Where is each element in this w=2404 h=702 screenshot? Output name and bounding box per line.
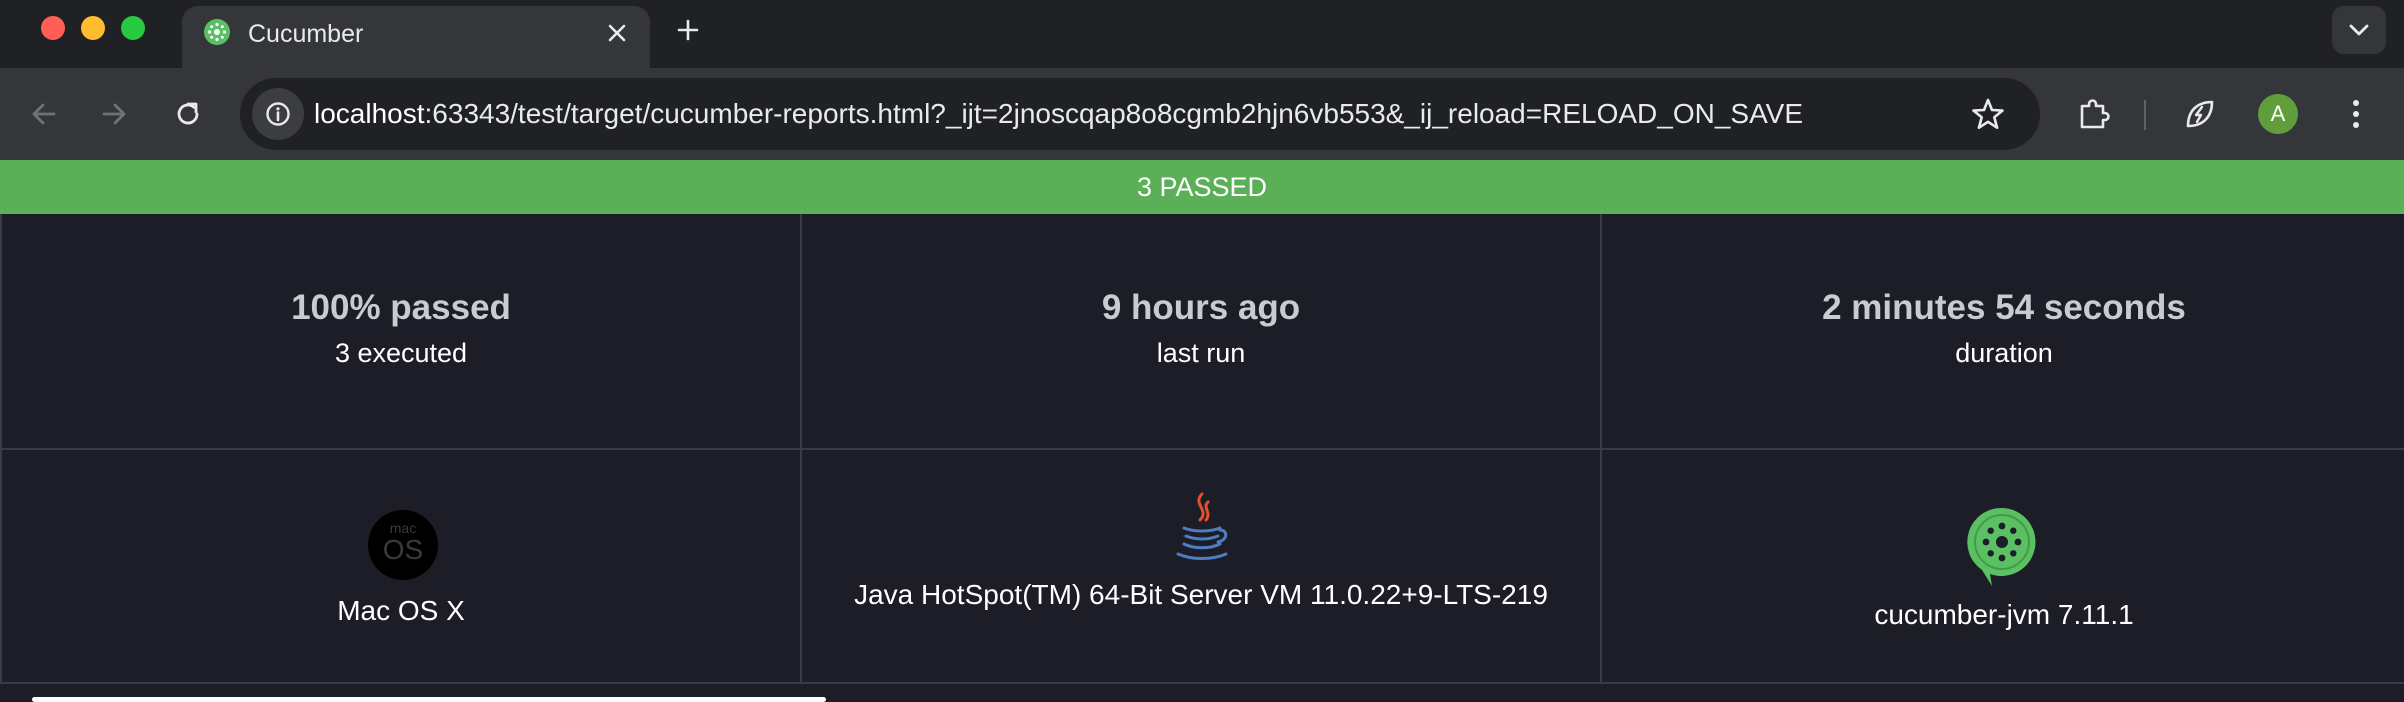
- back-button[interactable]: [22, 92, 66, 136]
- env-framework-label: cucumber-jvm 7.11.1: [1874, 599, 2134, 630]
- stat-duration: 2 minutes 54 seconds duration: [1602, 214, 2404, 450]
- arrow-right-icon: [102, 103, 126, 125]
- plus-icon: [677, 19, 699, 41]
- leaf-bolt-icon: [2186, 100, 2214, 128]
- bookmark-button[interactable]: [1968, 94, 2008, 134]
- maximize-window-button[interactable]: [121, 16, 145, 40]
- tab-search-button[interactable]: [2332, 6, 2386, 54]
- stat-value: 2 minutes 54 seconds: [1822, 288, 2186, 327]
- env-os-label: Mac OS X: [337, 595, 465, 626]
- stat-last-run: 9 hours ago last run: [802, 214, 1602, 450]
- status-banner: 3 PASSED: [0, 160, 2404, 214]
- arrow-left-icon: [32, 103, 56, 125]
- toolbar-divider: [2144, 100, 2146, 130]
- new-tab-button[interactable]: [668, 10, 708, 50]
- stat-value: 100% passed: [291, 288, 511, 327]
- browser-menu-button[interactable]: [2334, 92, 2378, 136]
- close-tab-button[interactable]: [600, 16, 634, 50]
- forward-button[interactable]: [92, 92, 136, 136]
- browser-toolbar: localhost:63343/test/target/cucumber-rep…: [0, 68, 2404, 160]
- tab-title: Cucumber: [248, 20, 364, 48]
- profile-avatar[interactable]: A: [2258, 94, 2298, 134]
- performance-button[interactable]: [2178, 92, 2222, 136]
- stat-caption: 3 executed: [334, 338, 468, 368]
- env-os: mac OS Mac OS X: [2, 450, 802, 684]
- puzzle-icon: [2080, 99, 2110, 129]
- macos-logo-icon: mac OS: [368, 510, 438, 580]
- env-framework: cucumber-jvm 7.11.1: [1602, 450, 2404, 684]
- browser-tab[interactable]: Cucumber: [182, 6, 650, 68]
- env-runtime-label: Java HotSpot(TM) 64-Bit Server VM 11.0.2…: [854, 579, 1548, 610]
- env-runtime: Java HotSpot(TM) 64-Bit Server VM 11.0.2…: [802, 450, 1602, 684]
- cucumber-logo-icon: [1967, 507, 2036, 586]
- tab-strip: Cucumber: [0, 0, 2404, 68]
- stat-value: 9 hours ago: [1101, 288, 1301, 327]
- minimize-window-button[interactable]: [81, 16, 105, 40]
- report-summary-grid: 100% passed 3 executed 9 hours ago last …: [0, 214, 2404, 684]
- site-info-button[interactable]: [252, 88, 304, 140]
- close-window-button[interactable]: [41, 16, 65, 40]
- stat-caption: last run: [1156, 338, 1246, 368]
- cucumber-favicon-icon: [204, 19, 230, 45]
- url-text[interactable]: localhost:63343/test/target/cucumber-rep…: [314, 98, 1803, 130]
- stat-passed: 100% passed 3 executed: [2, 214, 802, 450]
- horizontal-scrollbar-thumb[interactable]: [32, 697, 826, 702]
- url-path: :63343/test/target/cucumber-reports.html…: [424, 98, 1804, 129]
- reload-button[interactable]: [166, 92, 210, 136]
- reload-icon: [177, 102, 199, 125]
- kebab-icon: [2353, 100, 2359, 128]
- extensions-button[interactable]: [2072, 92, 2116, 136]
- info-icon: [266, 102, 290, 126]
- star-icon: [1972, 98, 2004, 129]
- java-logo-icon: [1176, 492, 1228, 560]
- url-host: localhost: [314, 98, 425, 129]
- close-icon: [608, 24, 626, 42]
- address-bar[interactable]: localhost:63343/test/target/cucumber-rep…: [240, 78, 2040, 150]
- stat-caption: duration: [1955, 338, 2053, 368]
- chevron-down-icon: [2349, 24, 2369, 36]
